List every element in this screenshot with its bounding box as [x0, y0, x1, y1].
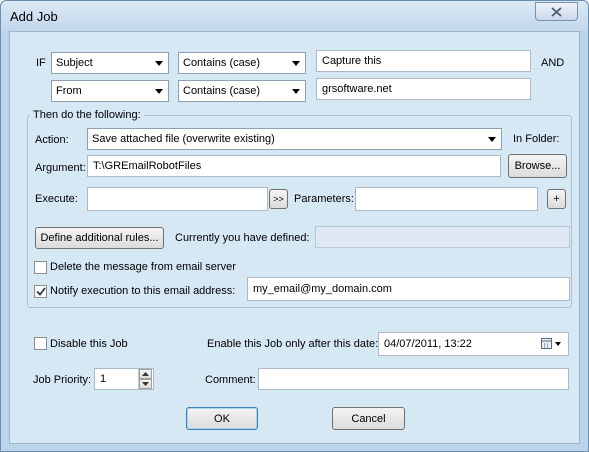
close-icon	[551, 6, 562, 17]
condition1-field-value: Subject	[56, 57, 93, 69]
spin-down-icon[interactable]	[139, 379, 152, 389]
defined-rules-display	[315, 226, 570, 248]
chevron-down-icon	[488, 137, 496, 142]
chevron-down-icon	[155, 61, 163, 66]
argument-label: Argument:	[35, 162, 86, 174]
cancel-button[interactable]: Cancel	[332, 407, 405, 430]
notify-label: Notify execution to this email address:	[50, 285, 236, 297]
expand-button[interactable]: >>	[269, 189, 288, 209]
condition2-value-input[interactable]: grsoftware.net	[316, 78, 531, 100]
browse-label: Browse...	[514, 160, 561, 172]
condition1-field-select[interactable]: Subject	[51, 52, 169, 74]
comment-label: Comment:	[205, 374, 256, 386]
parameters-label: Parameters:	[294, 193, 354, 205]
condition1-operator-value: Contains (case)	[183, 57, 261, 69]
actions-group-title: Then do the following:	[30, 109, 144, 121]
chevron-down-icon	[292, 61, 300, 66]
condition2-field-select[interactable]: From	[51, 80, 169, 102]
ok-button[interactable]: OK	[186, 407, 258, 430]
action-label: Action:	[35, 134, 69, 146]
chevron-down-icon	[292, 89, 300, 94]
condition1-value-input[interactable]: Capture this	[316, 50, 531, 72]
if-label: IF	[36, 57, 46, 69]
disable-job-checkbox[interactable]	[34, 337, 47, 350]
browse-button[interactable]: Browse...	[508, 154, 567, 178]
disable-job-label: Disable this Job	[50, 338, 128, 350]
argument-value: T:\GREmailRobotFiles	[93, 160, 202, 172]
parameters-input[interactable]	[355, 187, 538, 211]
comment-input[interactable]	[258, 368, 569, 390]
priority-spinner[interactable]	[138, 369, 152, 389]
defined-label: Currently you have defined:	[175, 232, 310, 244]
add-parameter-button[interactable]: +	[547, 189, 566, 209]
condition1-value-text: Capture this	[322, 55, 382, 67]
dialog-body: IF Subject Contains (case) Capture this …	[9, 31, 580, 444]
window-title: Add Job	[10, 9, 58, 24]
expand-label: >>	[273, 194, 284, 204]
condition2-operator-value: Contains (case)	[183, 85, 261, 97]
priority-input[interactable]: 1	[94, 368, 154, 390]
notify-email-input[interactable]: my_email@my_domain.com	[247, 277, 570, 301]
in-folder-label: In Folder:	[513, 133, 560, 145]
add-job-window: Add Job IF Subject Contains (case) Captu…	[0, 0, 589, 452]
condition2-value-text: grsoftware.net	[322, 83, 392, 95]
close-button[interactable]	[535, 2, 578, 21]
define-rules-label: Define additional rules...	[40, 232, 159, 244]
condition2-operator-select[interactable]: Contains (case)	[178, 80, 306, 102]
ok-label: OK	[214, 412, 230, 425]
action-value: Save attached file (overwrite existing)	[92, 133, 275, 145]
notify-checkbox[interactable]	[34, 285, 47, 298]
plus-icon: +	[553, 193, 560, 205]
enable-after-date-value: 04/07/2011, 13:22	[384, 338, 472, 350]
execute-input[interactable]	[87, 187, 268, 211]
title-bar[interactable]: Add Job	[1, 1, 588, 31]
enable-after-label: Enable this Job only after this date:	[207, 338, 379, 350]
delete-message-checkbox[interactable]	[34, 261, 47, 274]
chevron-down-icon	[155, 89, 163, 94]
define-rules-button[interactable]: Define additional rules...	[35, 227, 164, 249]
argument-input[interactable]: T:\GREmailRobotFiles	[87, 155, 501, 177]
delete-message-label: Delete the message from email server	[50, 261, 236, 273]
execute-label: Execute:	[35, 193, 78, 205]
checkmark-icon	[35, 287, 46, 296]
calendar-icon[interactable]	[541, 338, 563, 353]
priority-label: Job Priority:	[33, 374, 92, 386]
condition1-operator-select[interactable]: Contains (case)	[178, 52, 306, 74]
enable-after-date-picker[interactable]: 04/07/2011, 13:22	[378, 332, 569, 356]
action-select[interactable]: Save attached file (overwrite existing)	[87, 128, 502, 150]
condition2-field-value: From	[56, 85, 82, 97]
spin-up-icon[interactable]	[139, 369, 152, 379]
and-label: AND	[541, 57, 565, 69]
notify-email-value: my_email@my_domain.com	[253, 283, 392, 295]
cancel-label: Cancel	[351, 412, 386, 425]
priority-value: 1	[100, 373, 107, 385]
